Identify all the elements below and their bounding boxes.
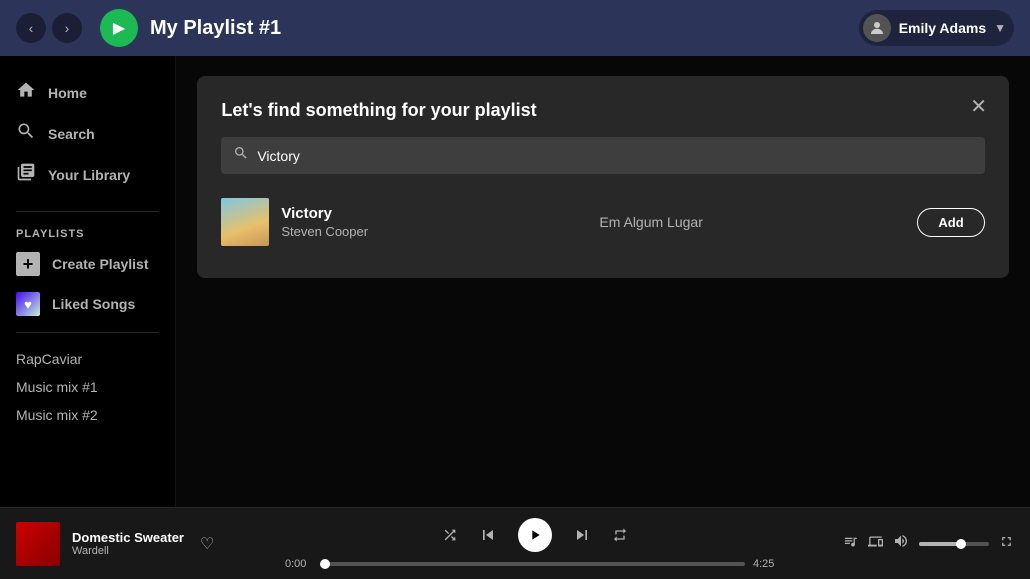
total-time: 4:25 — [753, 558, 785, 570]
previous-button[interactable] — [478, 525, 498, 545]
plus-icon: + — [16, 252, 40, 276]
volume-dot — [956, 539, 966, 549]
add-track-button[interactable]: Add — [917, 208, 984, 237]
modal-overlay: Let's find something for your playlist ✕… — [176, 56, 1030, 507]
avatar — [863, 14, 891, 42]
now-playing: Domestic Sweater Wardell ♡ — [16, 522, 256, 566]
search-modal: Let's find something for your playlist ✕… — [197, 76, 1008, 278]
home-icon — [16, 80, 36, 105]
chevron-down-icon: ▼ — [994, 21, 1006, 35]
modal-search-icon — [233, 145, 249, 166]
player-bar: Domestic Sweater Wardell ♡ 0:00 — [0, 507, 1030, 579]
progress-track[interactable] — [325, 562, 745, 566]
progress-bar-area: 0:00 4:25 — [285, 558, 785, 570]
create-playlist-label: Create Playlist — [52, 256, 149, 272]
result-title: Victory — [281, 205, 587, 222]
track-thumbnail — [16, 522, 60, 566]
player-controls: 0:00 4:25 — [256, 518, 814, 570]
username: Emily Adams — [899, 20, 986, 36]
track-info: Domestic Sweater Wardell — [72, 530, 184, 557]
sidebar-item-home[interactable]: Home — [0, 72, 175, 113]
liked-songs-action[interactable]: ♥ Liked Songs — [0, 284, 175, 324]
modal-close-button[interactable]: ✕ — [965, 92, 993, 120]
modal-search-bar — [221, 137, 984, 174]
track-title: Domestic Sweater — [72, 530, 184, 545]
sidebar-home-label: Home — [48, 85, 87, 101]
controls-buttons — [442, 518, 628, 552]
user-menu[interactable]: Emily Adams ▼ — [859, 10, 1014, 46]
back-button[interactable]: ‹ — [16, 13, 46, 43]
liked-songs-label: Liked Songs — [52, 296, 135, 312]
playlists-label: PLAYLISTS — [0, 220, 175, 244]
result-artist: Steven Cooper — [281, 224, 587, 239]
modal-search-input[interactable] — [257, 148, 972, 164]
search-icon — [16, 121, 36, 146]
result-album: Em Algum Lugar — [599, 214, 905, 230]
queue-button[interactable] — [843, 534, 858, 553]
forward-button[interactable]: › — [52, 13, 82, 43]
next-button[interactable] — [572, 525, 592, 545]
liked-songs-icon: ♥ — [16, 292, 40, 316]
fullscreen-button[interactable] — [999, 534, 1014, 553]
volume-fill — [919, 542, 961, 546]
sidebar-nav: Home Search Your Library — [0, 64, 175, 203]
sidebar-search-label: Search — [48, 126, 95, 142]
sidebar-item-search[interactable]: Search — [0, 113, 175, 154]
sidebar-library-label: Your Library — [48, 167, 130, 183]
sidebar: Home Search Your Library PLAYLISTS + Cre… — [0, 56, 176, 507]
volume-track[interactable] — [919, 542, 989, 546]
right-panel: Let's find something for your playlist ✕… — [176, 56, 1030, 507]
search-result-row: Victory Steven Cooper Em Algum Lugar Add — [221, 190, 984, 254]
result-thumb-image — [221, 198, 269, 246]
playlist-title: My Playlist #1 — [150, 17, 859, 40]
library-icon — [16, 162, 36, 187]
devices-button[interactable] — [868, 534, 883, 553]
repeat-button[interactable] — [612, 527, 628, 543]
playlist-item-rapcaviar[interactable]: RapCaviar — [0, 345, 175, 373]
top-bar: ‹ › ▶ My Playlist #1 Emily Adams ▼ — [0, 0, 1030, 56]
playlist-item-musicmix2[interactable]: Music mix #2 — [0, 401, 175, 429]
play-pause-button[interactable] — [518, 518, 552, 552]
modal-title: Let's find something for your playlist — [221, 100, 984, 121]
track-artist: Wardell — [72, 545, 184, 557]
right-controls — [814, 533, 1014, 554]
sidebar-divider — [16, 211, 159, 212]
main-content: Home Search Your Library PLAYLISTS + Cre… — [0, 56, 1030, 507]
sidebar-divider-2 — [16, 332, 159, 333]
result-thumbnail — [221, 198, 269, 246]
playlist-item-musicmix1[interactable]: Music mix #1 — [0, 373, 175, 401]
result-info: Victory Steven Cooper — [281, 205, 587, 239]
sidebar-item-library[interactable]: Your Library — [0, 154, 175, 195]
create-playlist-action[interactable]: + Create Playlist — [0, 244, 175, 284]
like-button[interactable]: ♡ — [196, 530, 218, 558]
playlist-list: RapCaviar Music mix #1 Music mix #2 — [0, 341, 175, 433]
volume-icon — [893, 533, 909, 554]
playlist-play-button[interactable]: ▶ — [100, 9, 138, 47]
progress-dot — [320, 559, 330, 569]
current-time: 0:00 — [285, 558, 317, 570]
shuffle-button[interactable] — [442, 527, 458, 543]
